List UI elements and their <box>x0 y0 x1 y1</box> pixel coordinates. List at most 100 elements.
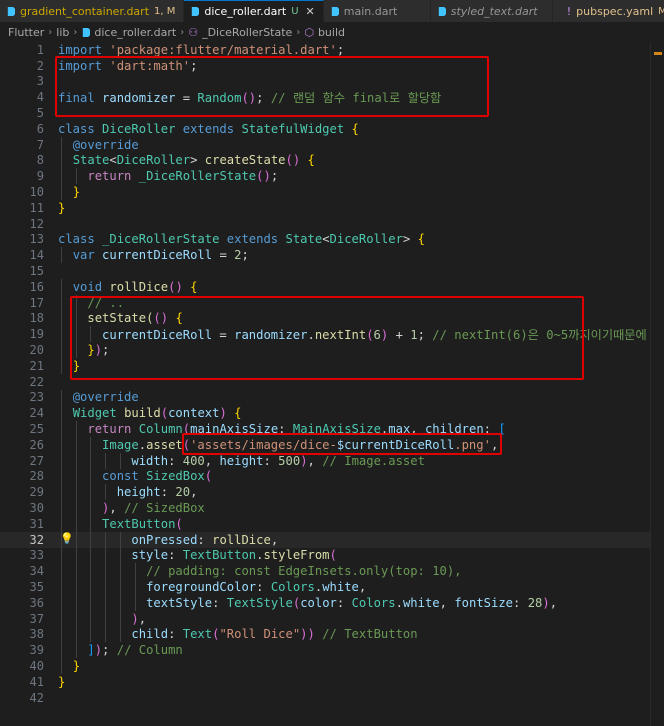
code-text: @override <box>72 390 139 405</box>
code-line[interactable]: 10 } <box>0 184 664 200</box>
code-line[interactable]: 2 import 'dart:math'; <box>0 58 664 74</box>
code-text: @override <box>72 137 139 152</box>
line-number: 36 <box>29 595 44 610</box>
tab-main[interactable]: main.dart <box>323 0 431 22</box>
line-number: 18 <box>29 311 44 326</box>
code-line[interactable]: 17 // .. <box>0 294 664 311</box>
indent-guide <box>90 468 92 485</box>
code-line[interactable]: 42 <box>0 690 664 706</box>
code-line[interactable]: 1 import 'package:flutter/material.dart'; <box>0 42 664 58</box>
code-line[interactable]: 20 }); <box>0 342 664 358</box>
code-line[interactable]: 31 TextButton( <box>0 516 664 532</box>
indent-guide <box>75 642 77 659</box>
lightbulb-icon[interactable]: 💡 <box>60 532 74 545</box>
code-line[interactable]: 9 return _DiceRollerState(); <box>0 168 664 185</box>
indent-guide <box>105 547 107 564</box>
code-line[interactable]: 37 ), <box>0 610 664 627</box>
tab-styled-text[interactable]: styled_text.dart <box>430 0 553 22</box>
code-line[interactable]: 23 @override <box>0 389 664 406</box>
code-line[interactable]: 21 } <box>0 358 664 374</box>
indent-guide <box>61 247 62 264</box>
line-number: 39 <box>29 643 44 658</box>
tab-gradient-container[interactable]: gradient_container.dart 1, M <box>0 0 185 22</box>
indent-guide <box>90 500 92 516</box>
code-line[interactable]: 38 child: Text("Roll Dice")) // TextButt… <box>0 626 664 643</box>
code-line[interactable]: 6 class DiceRoller extends StatefulWidget… <box>0 121 664 137</box>
code-line[interactable]: 3 <box>0 74 664 90</box>
chevron-right-icon: › <box>296 26 301 38</box>
line-number: 15 <box>29 264 44 279</box>
chevron-right-icon: › <box>73 26 78 38</box>
code-line[interactable]: 11} <box>0 200 664 216</box>
code-line[interactable]: 18 setState(() { <box>0 310 664 327</box>
line-number: 9 <box>36 169 44 184</box>
code-line[interactable]: 41} <box>0 674 664 690</box>
code-line[interactable]: 24 Widget build(context) { <box>0 405 664 422</box>
code-line[interactable]: 16 void rollDice() { <box>0 279 664 295</box>
line-number: 24 <box>29 406 44 421</box>
code-line[interactable]: 5 <box>0 105 664 121</box>
breadcrumb-item[interactable]: _DiceRollerState <box>202 26 292 39</box>
indent-guide <box>61 342 62 358</box>
class-icon: ⚇ <box>188 25 199 39</box>
indent-guide <box>119 547 121 564</box>
indent-guide <box>90 595 92 611</box>
code-line[interactable]: 27 width: 400, height: 500), // Image.as… <box>0 452 664 469</box>
code-text: return _DiceRollerState(); <box>87 169 279 184</box>
code-line[interactable]: 15 <box>0 263 664 279</box>
code-line[interactable]: 29 height: 20, <box>0 484 664 501</box>
indent-guide <box>119 626 121 643</box>
tab-label: styled_text.dart <box>450 4 538 18</box>
code-editor[interactable]: 1 import 'package:flutter/material.dart';… <box>0 42 664 726</box>
indent-guide <box>61 516 62 532</box>
code-line[interactable]: 26 Image.asset('assets/images/dice-$curr… <box>0 437 664 453</box>
code-text: } <box>58 674 66 689</box>
close-icon[interactable]: ✕ <box>306 5 315 18</box>
scroll-marker <box>654 52 662 55</box>
breadcrumb-item[interactable]: dice_roller.dart <box>94 26 176 39</box>
code-text: import 'dart:math'; <box>58 58 198 73</box>
code-line[interactable]: 33 style: TextButton.styleFrom( <box>0 547 664 564</box>
code-line[interactable]: 36 textStyle: TextStyle(color: Colors.wh… <box>0 595 664 611</box>
code-line[interactable]: 30 ), // SizedBox <box>0 500 664 516</box>
indent-guide <box>75 168 77 185</box>
code-line[interactable]: 19 currentDiceRoll = randomizer.nextInt(… <box>0 326 664 342</box>
code-line[interactable]: 25 return Column(mainAxisSize: MainAxisS… <box>0 421 664 437</box>
line-number: 25 <box>29 422 44 437</box>
vertical-scrollbar[interactable] <box>650 42 664 726</box>
code-line[interactable]: 39 ]); // Column <box>0 642 664 659</box>
code-text: child: Text("Roll Dice")) // TextButton <box>131 627 418 642</box>
breadcrumb-item[interactable]: lib <box>56 26 69 39</box>
breadcrumb-item[interactable]: Flutter <box>8 26 44 39</box>
indent-guide <box>90 531 92 548</box>
line-number: 21 <box>29 358 44 373</box>
indent-guide <box>61 168 62 185</box>
code-line[interactable]: 14 var currentDiceRoll = 2; <box>0 247 664 264</box>
code-line[interactable]: 4 final randomizer = Random(); // 랜덤 함수 f… <box>0 89 664 105</box>
indent-guide <box>75 484 77 501</box>
code-line[interactable]: 32 onPressed: rollDice, 💡 <box>0 531 664 548</box>
code-line[interactable]: 35 foregroundColor: Colors.white, <box>0 579 664 595</box>
indent-guide <box>119 563 121 580</box>
indent-guide <box>61 326 62 343</box>
code-line[interactable]: 8 State<DiceRoller> createState() { <box>0 152 664 169</box>
tab-badge: U <box>291 6 299 17</box>
line-number: 14 <box>29 248 44 263</box>
code-line[interactable]: 28 const SizedBox( <box>0 468 664 485</box>
code-text: ), <box>131 611 147 626</box>
code-line[interactable]: 12 <box>0 216 664 232</box>
code-line[interactable]: 7 @override <box>0 136 664 153</box>
code-line[interactable]: 34 // padding: const EdgeInsets.only(top… <box>0 563 664 580</box>
code-line[interactable]: 22 <box>0 374 664 390</box>
tab-pubspec[interactable]: ! pubspec.yaml M <box>552 0 664 22</box>
code-line[interactable]: 40 } <box>0 658 664 674</box>
code-text: class _DiceRollerState extends State<Dic… <box>58 232 425 247</box>
indent-guide <box>61 658 62 674</box>
code-line[interactable]: 13 class _DiceRollerState extends State<D… <box>0 232 664 248</box>
line-number: 28 <box>29 469 44 484</box>
tab-dice-roller[interactable]: dice_roller.dart U ✕ <box>184 0 324 22</box>
breadcrumb-item[interactable]: build <box>318 26 345 39</box>
indent-guide <box>61 610 62 627</box>
indent-guide <box>61 468 62 485</box>
line-number: 13 <box>29 232 44 247</box>
